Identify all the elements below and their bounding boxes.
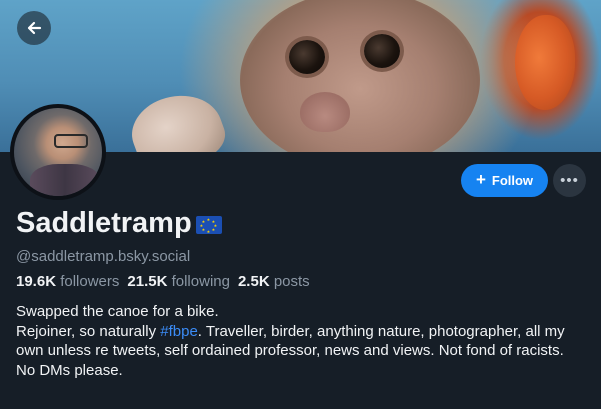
plus-icon: + [475, 170, 486, 189]
banner-monkey-hand [122, 82, 232, 152]
banner-monkey-eye-left [289, 40, 325, 74]
profile-bio: Swapped the canoe for a bike. Rejoiner, … [16, 302, 591, 380]
back-button[interactable] [17, 11, 51, 45]
posts-label: posts [273, 273, 310, 290]
avatar-glasses [54, 134, 88, 148]
banner-monkey-face [240, 0, 480, 152]
profile-stats: 19.6K followers 21.5K following 2.5K pos… [16, 273, 310, 290]
bio-line-1: Swapped the canoe for a bike. [16, 303, 219, 320]
follow-label: Follow [491, 173, 534, 188]
display-name: Saddletramp ★ ★ ★ ★ ★ ★ ★ ★ [16, 207, 222, 240]
posts-stat: 2.5K posts [238, 273, 310, 290]
followers-stat[interactable]: 19.6K followers [16, 273, 119, 290]
followers-label: followers [60, 273, 120, 290]
banner-monkey-nose [300, 92, 350, 132]
hashtag-link[interactable]: #fbpe [160, 323, 198, 340]
arrow-left-icon [27, 21, 42, 35]
followers-count: 19.6K [16, 273, 57, 290]
follow-button[interactable]: + Follow [461, 164, 548, 197]
bio-line-2-prefix: Rejoiner, so naturally [16, 322, 161, 340]
display-name-text: Saddletramp [16, 207, 192, 239]
eu-flag-icon: ★ ★ ★ ★ ★ ★ ★ ★ [195, 215, 222, 234]
more-options-button[interactable]: ••• [553, 164, 586, 197]
ellipsis-icon: ••• [560, 172, 579, 189]
posts-count: 2.5K [237, 273, 270, 290]
avatar-shirt [30, 164, 100, 196]
banner-monkey-ear [515, 15, 575, 110]
bio-line-2: Rejoiner, so naturally #fbpe. Traveller,… [16, 322, 591, 361]
avatar[interactable] [14, 108, 102, 196]
bio-line-3: No DMs please. [16, 361, 123, 379]
following-label: following [171, 273, 230, 290]
banner-monkey-eye-right [364, 34, 400, 68]
profile-handle: @saddletramp.bsky.social [16, 248, 191, 265]
following-count: 21.5K [127, 273, 168, 290]
following-stat[interactable]: 21.5K following [127, 273, 230, 290]
